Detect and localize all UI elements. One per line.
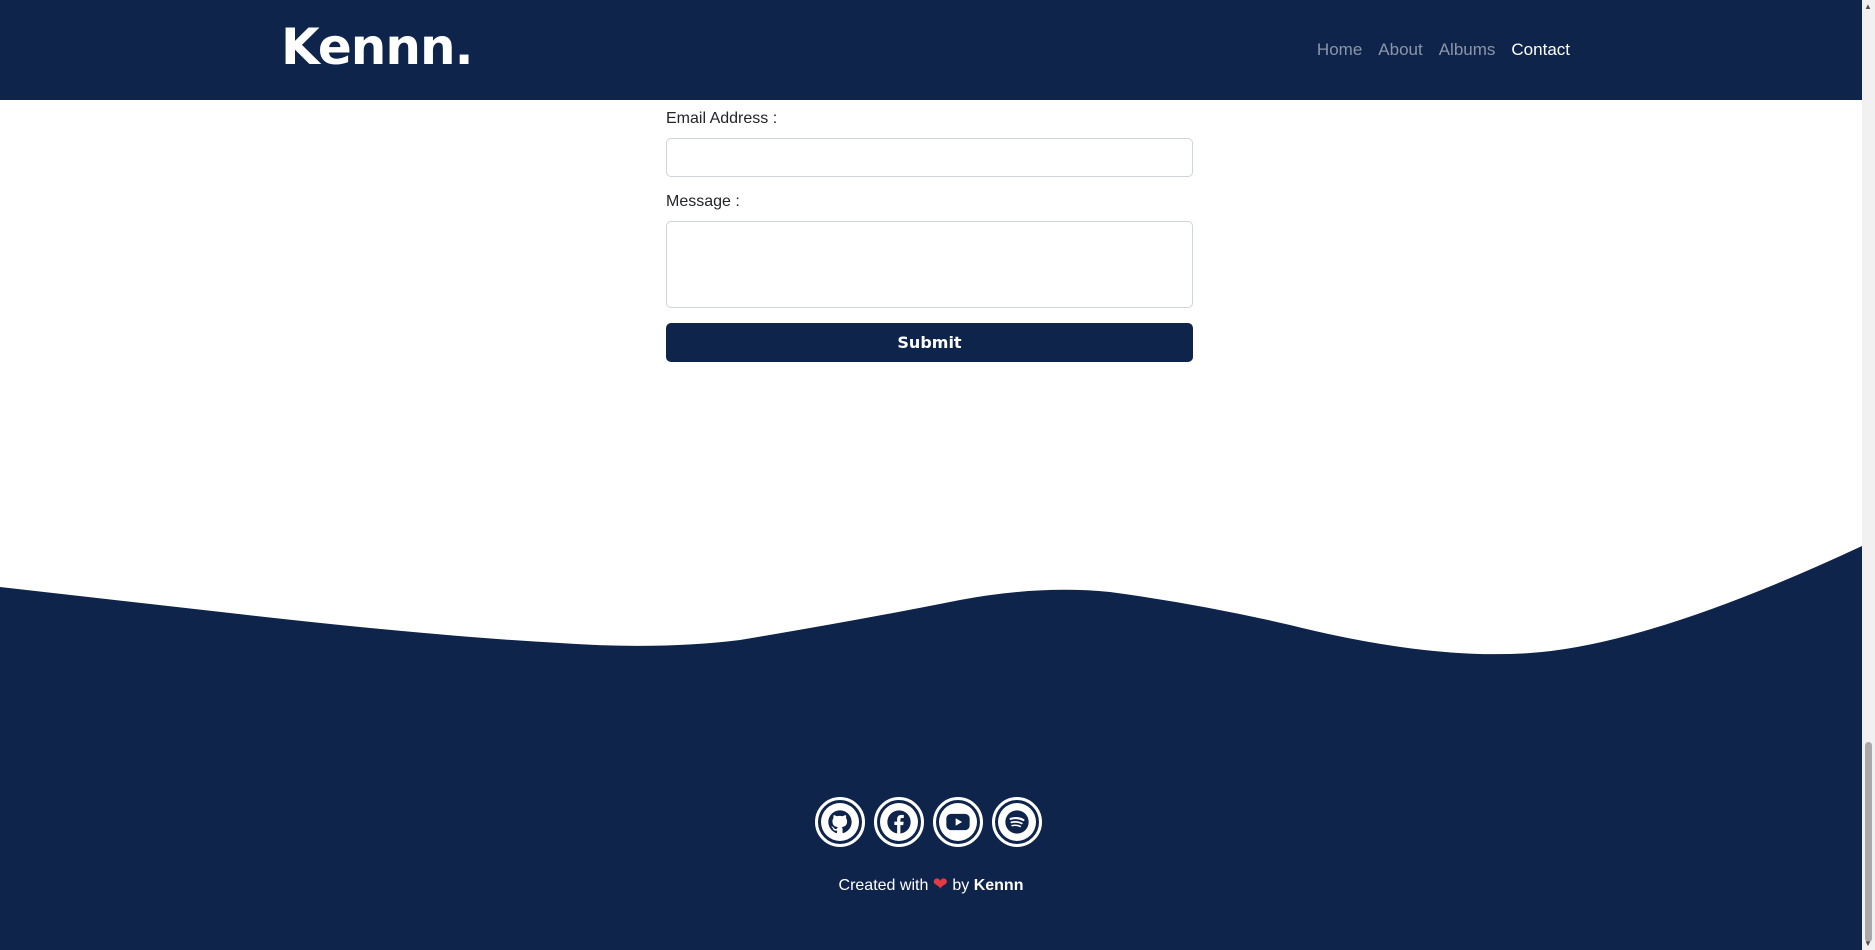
message-field[interactable] — [666, 221, 1193, 308]
email-label: Email Address : — [666, 110, 778, 127]
brand-logo[interactable]: Kennn. — [281, 18, 474, 76]
email-field[interactable] — [666, 138, 1193, 177]
email-group: Email Address : — [666, 110, 1193, 177]
nav-link-about[interactable]: About — [1378, 40, 1422, 60]
github-link[interactable] — [815, 797, 865, 847]
submit-button[interactable]: Submit — [666, 323, 1193, 362]
github-icon — [821, 803, 859, 841]
nav-link-albums[interactable]: Albums — [1439, 40, 1496, 60]
scrollbar-thumb[interactable] — [1865, 742, 1872, 942]
scroll-down-icon[interactable]: ▼ — [1864, 939, 1872, 948]
spotify-link[interactable] — [992, 797, 1042, 847]
spotify-icon — [998, 803, 1036, 841]
nav-link-contact[interactable]: Contact — [1511, 40, 1570, 60]
scroll-up-icon[interactable]: ▲ — [1864, 2, 1872, 11]
vertical-scrollbar[interactable]: ▲ ▼ — [1862, 0, 1875, 950]
credit-prefix: Created with — [838, 877, 929, 894]
heart-icon: ❤ — [932, 874, 948, 894]
message-group: Message : — [666, 193, 1193, 308]
social-links — [815, 797, 1042, 847]
contact-form: Email Address : Message : Submit — [666, 110, 1193, 362]
navbar: Kennn. Home About Albums Contact — [0, 0, 1862, 100]
message-label: Message : — [666, 193, 740, 210]
credit-by: by — [952, 877, 970, 894]
youtube-link[interactable] — [933, 797, 983, 847]
footer-credit: Created with ❤ by Kennn — [0, 874, 1862, 895]
youtube-icon — [939, 803, 977, 841]
page: Kennn. Home About Albums Contact Email A… — [0, 0, 1862, 950]
facebook-icon — [880, 803, 918, 841]
nav-links: Home About Albums Contact — [1317, 40, 1570, 60]
credit-author: Kennn — [973, 877, 1024, 894]
nav-link-home[interactable]: Home — [1317, 40, 1362, 60]
facebook-link[interactable] — [874, 797, 924, 847]
